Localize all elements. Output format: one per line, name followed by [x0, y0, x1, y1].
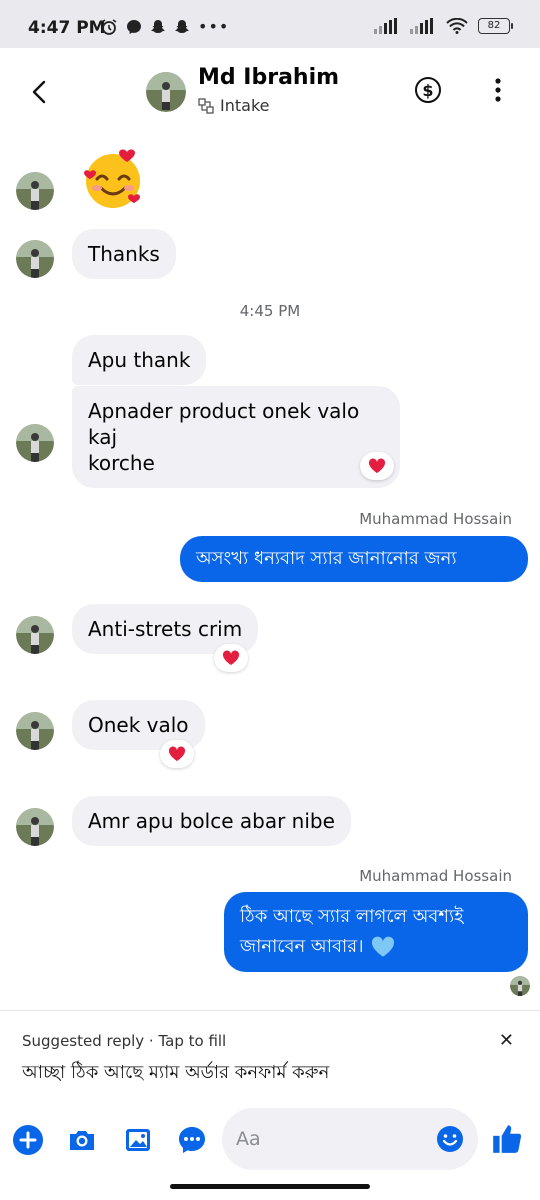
sender-avatar[interactable] [16, 424, 54, 462]
camera-icon[interactable] [66, 1124, 98, 1156]
status-system-icons: 82 [374, 18, 513, 34]
intake-icon [198, 97, 214, 114]
message-text: অসংখ্য ধন্যবাদ স্যার জানানোর জন্য [196, 548, 457, 569]
chat-header: Md Ibrahim Intake $ [0, 48, 540, 138]
heart-icon [222, 650, 240, 665]
signal-icon [374, 18, 397, 34]
wifi-icon [446, 18, 468, 34]
message-input-box[interactable] [222, 1108, 478, 1170]
message-text: জানাবেন আবার। [240, 936, 364, 957]
message-input[interactable] [236, 1124, 426, 1154]
status-bar: 4:47 PM ••• 82 [0, 0, 540, 48]
alarm-icon [101, 18, 117, 35]
heart-reaction[interactable] [214, 644, 248, 672]
sender-avatar[interactable] [16, 240, 54, 278]
heart-icon [368, 458, 386, 473]
incoming-message[interactable]: Thanks [72, 229, 176, 279]
message-text: Thanks [88, 242, 160, 266]
plus-icon[interactable] [12, 1124, 44, 1156]
snapchat-icon-2 [175, 19, 189, 33]
messenger-notification-icon [127, 19, 141, 34]
sender-avatar[interactable] [16, 808, 54, 846]
chat-bubble-icon[interactable] [176, 1124, 208, 1156]
message-text: Anti-strets crim [88, 617, 243, 641]
incoming-message[interactable]: Amr apu bolce abar nibe [72, 796, 351, 846]
seen-receipt-avatar [510, 976, 530, 996]
more-notifications-icon: ••• [198, 17, 230, 36]
battery-indicator: 82 [478, 18, 513, 34]
status-time: 4:47 PM [28, 18, 106, 38]
heart-icon [168, 746, 186, 761]
message-text: korche [88, 451, 155, 475]
message-text: Apnader product onek valo kaj [88, 399, 360, 449]
gallery-icon[interactable] [122, 1124, 154, 1156]
message-line: জানাবেন আবার। [240, 932, 512, 962]
heart-reaction[interactable] [360, 452, 394, 480]
sender-avatar[interactable] [16, 616, 54, 654]
sender-avatar[interactable] [16, 712, 54, 750]
snapchat-icon [151, 19, 165, 33]
suggested-reply-text[interactable]: আচ্ছা ঠিক আছে ম্যাম অর্ডার কনফার্ম করুন [22, 1058, 329, 1089]
smiling-face-with-hearts-emoji [84, 149, 140, 208]
signal-icon-2 [410, 18, 433, 34]
sender-avatar[interactable] [16, 172, 54, 210]
light-blue-heart-emoji [371, 936, 394, 957]
message-timestamp: 4:45 PM [239, 302, 301, 320]
contact-name[interactable]: Md Ibrahim [198, 65, 339, 90]
payment-dollar-icon[interactable]: $ [414, 76, 442, 104]
sender-name-label: Muhammad Hossain [359, 510, 512, 528]
message-text: Amr apu bolce abar nibe [88, 809, 335, 833]
heart-reaction[interactable] [160, 740, 194, 768]
close-icon[interactable]: ✕ [499, 1030, 514, 1051]
message-text: Apu thank [88, 348, 191, 372]
divider [0, 1010, 540, 1011]
outgoing-message[interactable]: অসংখ্য ধন্যবাদ স্যার জানানোর জন্য [180, 536, 528, 582]
contact-subtitle-text: Intake [220, 96, 270, 115]
incoming-message[interactable]: Apu thank [72, 335, 207, 385]
home-indicator [170, 1184, 370, 1189]
back-arrow-icon[interactable] [26, 78, 54, 106]
sender-name-label: Muhammad Hossain [359, 867, 512, 885]
suggested-reply-header: Suggested reply · Tap to fill [22, 1032, 227, 1050]
emoji-icon[interactable] [436, 1125, 464, 1153]
status-notification-icons: ••• [100, 17, 229, 36]
message-text: Onek valo [88, 713, 189, 737]
svg-text:$: $ [422, 81, 433, 100]
contact-avatar[interactable] [146, 72, 186, 112]
outgoing-message[interactable]: ঠিক আছে স্যার লাগলে অবশ্যই জানাবেন আবার। [224, 892, 528, 972]
incoming-message[interactable]: Apnader product onek valo kaj korche [72, 386, 400, 488]
contact-subtitle: Intake [198, 96, 269, 115]
more-options-icon[interactable] [488, 76, 508, 104]
message-text: ঠিক আছে স্যার লাগলে অবশ্যই [240, 906, 464, 927]
thumbs-up-icon[interactable] [490, 1122, 524, 1156]
